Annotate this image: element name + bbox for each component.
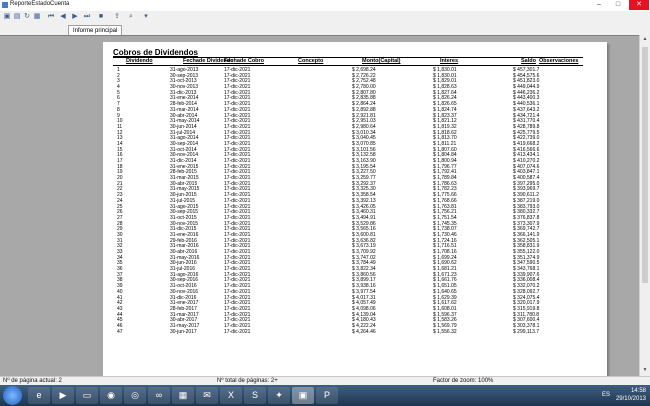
scroll-down-icon[interactable]: ▼ <box>640 367 650 375</box>
report-viewer: Cobros de Dividendos Dividendo Fechade D… <box>0 35 650 377</box>
firefox-icon[interactable]: ◎ <box>124 387 146 404</box>
window-title: ReporteEstadoCuenta <box>10 1 70 7</box>
cell-dividendo: 47 <box>117 328 123 335</box>
page-setup-icon[interactable]: ▦ <box>33 13 41 21</box>
excel-icon[interactable]: X <box>220 387 242 404</box>
report-title: Cobros de Dividendos <box>113 48 198 57</box>
report-window: ReporteEstadoCuenta – □ ✕ ▣ ▤ ↻ ▦ ⏮ ◀ ▶ … <box>0 0 650 406</box>
prev-page-icon[interactable]: ◀ <box>59 13 67 21</box>
refresh-icon[interactable]: ↻ <box>23 13 31 21</box>
maximize-button[interactable]: □ <box>609 0 627 10</box>
cell-monto: $ 4,264.46 <box>352 328 376 335</box>
col-header-fecha-cobro: Fechade Cobro <box>224 58 265 64</box>
export-icon[interactable]: ⇪ <box>113 13 121 21</box>
save-icon[interactable]: ▤ <box>13 13 21 21</box>
next-page-icon[interactable]: ▶ <box>71 13 79 21</box>
col-header-concepto: Concepto <box>298 58 324 64</box>
minimize-button[interactable]: – <box>590 0 608 10</box>
folder-icon[interactable]: ▭ <box>76 387 98 404</box>
media-icon[interactable]: ▶ <box>52 387 74 404</box>
vertical-scrollbar[interactable]: ▲ ▼ <box>639 35 650 376</box>
cell-saldo: $ 299,113.7 <box>513 328 540 335</box>
skype-icon[interactable]: S <box>244 387 266 404</box>
stop-icon[interactable]: ■ <box>97 13 105 21</box>
cell-fecha-cobro: 17-dic-2021 <box>224 328 251 335</box>
report-rows: 1 31-ago-2013 17-dic-2021 $ 2,698.24 $ 1,830… <box>103 67 607 336</box>
start-button[interactable] <box>3 386 22 405</box>
powerpoint-icon[interactable]: P <box>316 387 338 404</box>
col-header-dividendo: Dividendo <box>126 58 153 64</box>
report-app-icon[interactable]: ▣ <box>292 387 314 404</box>
col-header-saldo: Saldo <box>521 58 536 64</box>
header-bottom-rule <box>113 65 583 66</box>
calculator-icon[interactable]: ▦ <box>172 387 194 404</box>
last-page-icon[interactable]: ⏭ <box>83 13 91 21</box>
system-tray: ES 14:58 29/10/2013 <box>602 387 646 403</box>
chrome-icon[interactable]: ◉ <box>100 387 122 404</box>
table-row: 47 30-jun-2017 17-dic-2021 $ 4,264.46 $ 1,55… <box>103 328 607 336</box>
col-header-observaciones: Observaciones <box>539 58 579 64</box>
clock-date[interactable]: 29/10/2013 <box>616 395 646 403</box>
scroll-thumb[interactable] <box>642 47 648 283</box>
tool-icon[interactable]: ✦ <box>268 387 290 404</box>
tab-strip: Informe principal <box>0 23 650 36</box>
scroll-up-icon[interactable]: ▲ <box>640 36 650 44</box>
close-button[interactable]: ✕ <box>629 0 649 10</box>
col-header-monto: Monto(Capital) <box>362 58 401 64</box>
col-header-interes: Interes <box>440 58 459 64</box>
zoom-dropdown-icon[interactable]: ▾ <box>139 13 153 21</box>
clock-time[interactable]: 14:58 <box>616 387 646 395</box>
app-icon <box>2 2 8 8</box>
cell-interes: $ 1,556.32 <box>433 328 457 335</box>
zoom-icon[interactable]: ⌕ <box>127 13 135 21</box>
first-page-icon[interactable]: ⏮ <box>47 13 55 21</box>
print-icon[interactable]: ▣ <box>3 13 11 21</box>
visualstudio-icon[interactable]: ∞ <box>148 387 170 404</box>
explorer-icon[interactable]: e <box>28 387 50 404</box>
taskbar: e ▶ ▭ ◉ ◎ ∞ ▦ ✉ X S ✦ ▣ P ES 14:58 29/10/2013 <box>0 385 650 406</box>
outlook-icon[interactable]: ✉ <box>196 387 218 404</box>
report-page: Cobros de Dividendos Dividendo Fechade D… <box>103 42 607 377</box>
language-indicator[interactable]: ES <box>602 391 610 399</box>
cell-fecha-dividendo: 30-jun-2017 <box>170 328 197 335</box>
